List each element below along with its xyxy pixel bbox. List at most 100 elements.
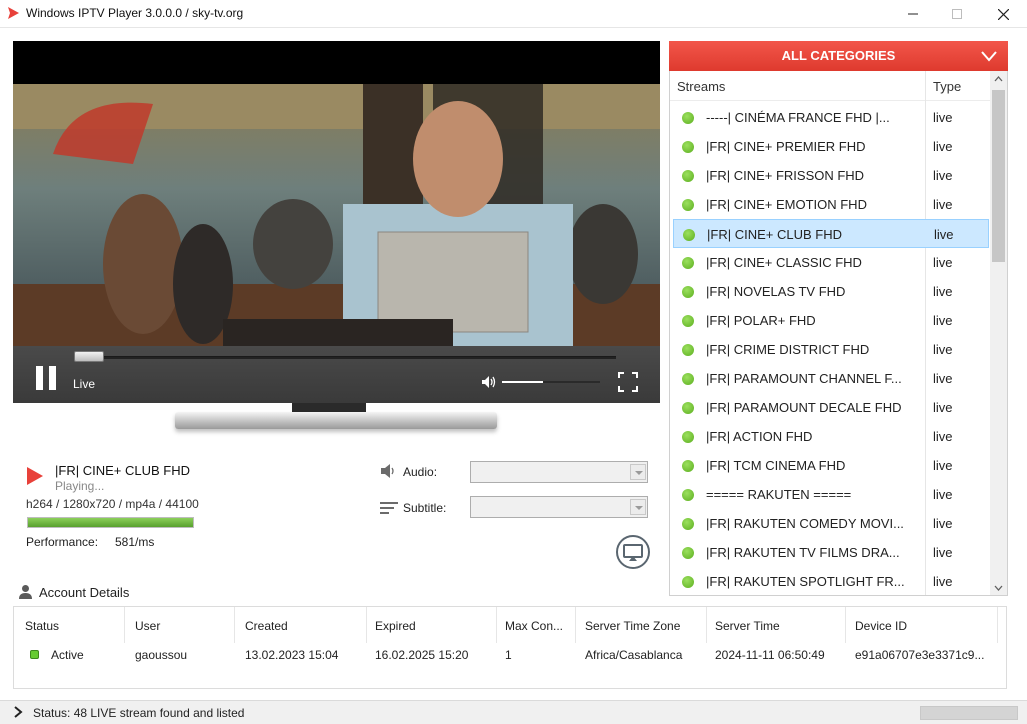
stream-row[interactable]: |FR| CINE+ CLASSIC FHD live — [673, 248, 989, 277]
performance-label: Performance: — [26, 535, 99, 549]
play-status-icon — [27, 467, 43, 485]
live-status-icon — [682, 547, 694, 559]
stream-list-header: Streams Type — [670, 71, 991, 101]
account-column-header[interactable]: Expired — [375, 619, 416, 633]
stream-type: live — [933, 110, 953, 125]
maximize-button[interactable] — [934, 0, 980, 28]
account-column-value: gaoussou — [135, 648, 188, 662]
live-status-icon — [682, 286, 694, 298]
stream-row[interactable]: ===== RAKUTEN ===== live — [673, 480, 989, 509]
stream-type: live — [933, 342, 953, 357]
video-player[interactable]: Live — [13, 41, 660, 403]
audio-select[interactable] — [470, 461, 648, 483]
stream-scrollbar[interactable] — [990, 71, 1007, 596]
close-button[interactable] — [980, 0, 1026, 28]
account-column-header[interactable]: Status — [25, 619, 59, 633]
column-divider — [124, 607, 125, 643]
live-status-icon — [682, 315, 694, 327]
column-divider — [845, 607, 846, 643]
stream-row[interactable]: |FR| TCM CINEMA FHD live — [673, 451, 989, 480]
account-column-value: e91a06707e3e3371c9... — [855, 648, 985, 662]
live-status-icon — [682, 257, 694, 269]
stream-row[interactable]: |FR| RAKUTEN SPOTLIGHT FR... live — [673, 567, 989, 595]
fullscreen-icon[interactable] — [618, 372, 638, 392]
account-column-header[interactable]: Created — [245, 619, 288, 633]
stream-type: live — [933, 429, 953, 444]
stream-row[interactable]: |FR| NOVELAS TV FHD live — [673, 277, 989, 306]
category-dropdown[interactable]: ALL CATEGORIES — [669, 41, 1008, 71]
stream-type: live — [933, 284, 953, 299]
stream-row[interactable]: |FR| PARAMOUNT CHANNEL F... live — [673, 364, 989, 393]
chevron-down-icon — [630, 464, 646, 480]
stream-name: |FR| RAKUTEN COMEDY MOVI... — [706, 516, 904, 531]
stream-row[interactable]: |FR| CINE+ CLUB FHD live — [673, 219, 989, 248]
stream-name: |FR| CINE+ CLUB FHD — [707, 227, 842, 242]
stream-row[interactable]: |FR| RAKUTEN TV FILMS DRA... live — [673, 538, 989, 567]
live-status-icon — [682, 402, 694, 414]
account-column-header[interactable]: Max Con... — [505, 619, 563, 633]
account-column-header[interactable]: Server Time — [715, 619, 780, 633]
stream-name: |FR| POLAR+ FHD — [706, 313, 816, 328]
now-playing-state: Playing... — [55, 479, 105, 493]
live-status-icon — [682, 141, 694, 153]
subtitle-select[interactable] — [470, 496, 648, 518]
chevron-right-icon[interactable] — [13, 706, 23, 718]
stream-row[interactable]: -----| CINÉMA FRANCE FHD |... live — [673, 103, 989, 132]
audio-label: Audio: — [403, 465, 438, 479]
stream-row[interactable]: |FR| CRIME DISTRICT FHD live — [673, 335, 989, 364]
maximize-icon — [952, 9, 962, 19]
chevron-down-icon — [981, 51, 997, 62]
scroll-down-icon[interactable] — [990, 579, 1007, 596]
stream-name: |FR| CRIME DISTRICT FHD — [706, 342, 870, 357]
account-details-table: Status Active User gaoussou Created 13.02.202… — [13, 606, 1007, 689]
status-text: Status: 48 LIVE stream found and listed — [33, 706, 245, 720]
column-header-streams[interactable]: Streams — [677, 79, 725, 94]
stream-name: |FR| PARAMOUNT DECALE FHD — [706, 400, 902, 415]
volume-icon[interactable] — [481, 374, 497, 390]
account-column-value: Africa/Casablanca — [585, 648, 683, 662]
stream-type: live — [933, 574, 953, 589]
column-header-type[interactable]: Type — [933, 79, 961, 94]
stream-row[interactable]: |FR| CINE+ FRISSON FHD live — [673, 161, 989, 190]
minimize-button[interactable] — [890, 0, 936, 28]
column-divider — [234, 607, 235, 643]
performance-bar-fill — [28, 518, 193, 527]
stream-type: live — [933, 371, 953, 386]
seek-thumb[interactable] — [74, 351, 104, 362]
minimize-icon — [908, 13, 918, 15]
stream-row[interactable]: |FR| RAKUTEN COMEDY MOVI... live — [673, 509, 989, 538]
account-column-header[interactable]: User — [135, 619, 160, 633]
stream-type: live — [933, 139, 953, 154]
live-status-icon — [682, 460, 694, 472]
stream-name: |FR| CINE+ PREMIER FHD — [706, 139, 866, 154]
stream-row[interactable]: |FR| ACTION FHD live — [673, 422, 989, 451]
stream-type: live — [933, 487, 953, 502]
account-column-value: 2024-11-11 06:50:49 — [715, 648, 825, 662]
stream-row[interactable]: |FR| CINE+ PREMIER FHD live — [673, 132, 989, 161]
live-status-icon — [682, 170, 694, 182]
stream-row[interactable]: |FR| PARAMOUNT DECALE FHD live — [673, 393, 989, 422]
scroll-up-icon[interactable] — [990, 71, 1007, 88]
stream-type: live — [933, 197, 953, 212]
seek-track[interactable] — [75, 356, 616, 359]
account-column-value: 16.02.2025 15:20 — [375, 648, 469, 662]
column-divider — [496, 607, 497, 643]
audio-icon — [381, 464, 394, 478]
stream-row[interactable]: |FR| POLAR+ FHD live — [673, 306, 989, 335]
account-column-value: Active — [51, 648, 84, 662]
scrollbar-thumb[interactable] — [992, 90, 1005, 262]
column-divider — [366, 607, 367, 643]
cast-button[interactable] — [616, 535, 650, 569]
now-playing-title: |FR| CINE+ CLUB FHD — [55, 463, 190, 478]
subtitle-icon — [380, 502, 398, 514]
stream-type: live — [933, 458, 953, 473]
account-column-header[interactable]: Device ID — [855, 619, 907, 633]
pause-button[interactable] — [34, 366, 58, 390]
stream-row[interactable]: |FR| CINE+ EMOTION FHD live — [673, 190, 989, 219]
volume-fill — [502, 381, 543, 383]
stream-type: live — [933, 545, 953, 560]
performance-bar — [27, 517, 194, 528]
stream-name: |FR| PARAMOUNT CHANNEL F... — [706, 371, 902, 386]
account-column-header[interactable]: Server Time Zone — [585, 619, 680, 633]
stream-list: Streams Type -----| CINÉMA FRANCE FHD |.… — [669, 71, 1008, 596]
